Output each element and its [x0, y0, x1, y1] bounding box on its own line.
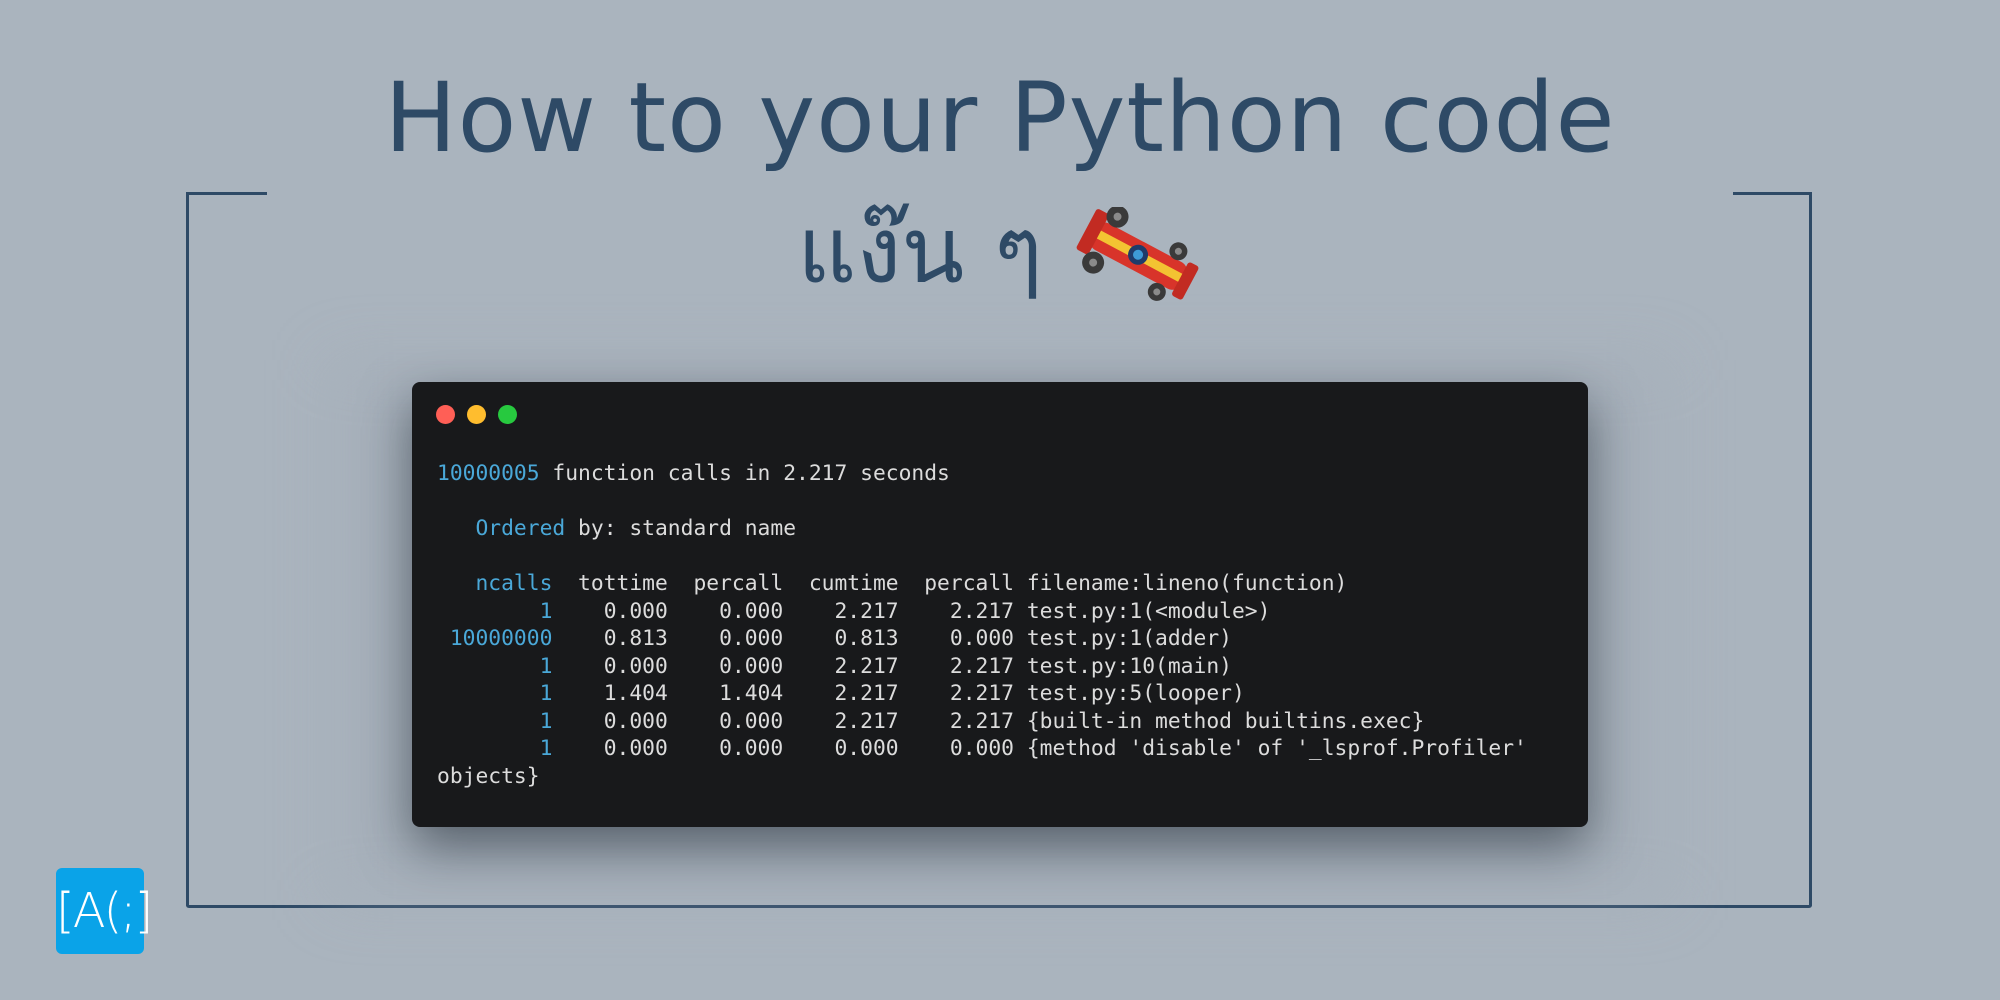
ordered-label: Ordered	[475, 516, 566, 541]
profile-rows: 1 0.000 0.000 2.217 2.217 test.py:1(<mod…	[437, 599, 1527, 762]
minimize-window-button[interactable]	[467, 405, 486, 424]
row-ncalls: 10000000	[437, 626, 553, 651]
page-title-thai: แง๊น ๆ	[797, 197, 1043, 304]
table-row: 1 0.000 0.000 2.217 2.217 test.py:1(<mod…	[437, 598, 1271, 624]
row-values: 0.000 0.000 2.217 2.217 test.py:10(main)	[552, 653, 1232, 679]
row-values: 0.000 0.000 2.217 2.217 test.py:1(<modul…	[552, 598, 1271, 624]
row-ncalls: 1	[437, 681, 553, 706]
page-title-line2: แง๊น ๆ	[0, 196, 2000, 307]
racing-car-icon	[1076, 206, 1199, 301]
window-controls	[436, 405, 529, 425]
table-row: 1 0.000 0.000 0.000 0.000 {method 'disab…	[437, 736, 1527, 761]
row-values: 0.813 0.000 0.813 0.000 test.py:1(adder)	[552, 626, 1232, 651]
close-window-button[interactable]	[436, 405, 455, 424]
header-ncalls: ncalls	[475, 571, 553, 596]
table-row: 1 0.000 0.000 2.217 2.217 {built-in meth…	[437, 708, 1425, 734]
row-values: 1.404 1.404 2.217 2.217 test.py:5(looper…	[552, 681, 1245, 706]
row-ncalls: 1	[437, 736, 553, 761]
row-values: 0.000 0.000 2.217 2.217 {built-in method…	[552, 708, 1425, 734]
maximize-window-button[interactable]	[498, 405, 517, 424]
row-ncalls: 1	[437, 708, 553, 734]
ordered-text: by: standard name	[565, 516, 797, 541]
profiler-output: 10000005 function calls in 2.217 seconds…	[437, 460, 1527, 790]
summary-call-count: 10000005	[437, 461, 540, 486]
table-row: 10000000 0.813 0.000 0.813 0.000 test.py…	[437, 626, 1232, 651]
page-title-line1: How to your Python code	[384, 62, 1616, 174]
header-columns: tottime percall cumtime percall filename…	[552, 571, 1348, 596]
row-ncalls: 1	[437, 598, 553, 624]
row-values: 0.000 0.000 0.000 0.000 {method 'disable…	[552, 736, 1527, 761]
summary-text: function calls in 2.217 seconds	[539, 461, 950, 486]
table-row: 1 1.404 1.404 2.217 2.217 test.py:5(loop…	[437, 681, 1245, 706]
terminal-window: 10000005 function calls in 2.217 seconds…	[412, 382, 1588, 827]
wrapped-line: objects}	[437, 763, 540, 789]
ac-logo-icon: [A(;]	[56, 868, 153, 954]
table-row: 1 0.000 0.000 2.217 2.217 test.py:10(mai…	[437, 654, 1232, 679]
row-ncalls: 1	[437, 653, 553, 679]
